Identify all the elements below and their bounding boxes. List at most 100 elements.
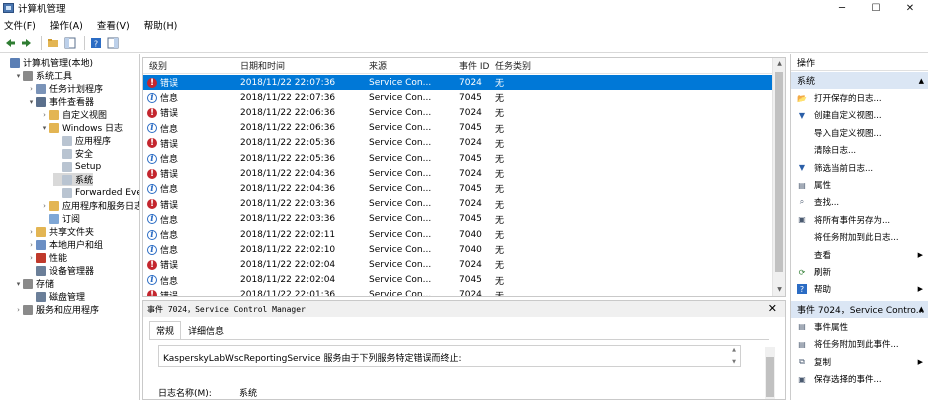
- tree-item[interactable]: › 应用程序和服务日志: [40, 199, 139, 212]
- column-datetime[interactable]: 日期和时间: [240, 59, 285, 72]
- action-item[interactable]: 导入自定义视图...: [791, 125, 928, 141]
- scroll-down-icon[interactable]: ▼: [773, 284, 785, 296]
- actions-section-header[interactable]: 事件 7024，Service Contro... ▲: [791, 300, 928, 318]
- collapsed-chevron-icon[interactable]: ›: [14, 306, 23, 314]
- close-icon[interactable]: ✕: [768, 302, 777, 315]
- column-source[interactable]: 来源: [369, 59, 387, 72]
- tree-item[interactable]: 安全: [53, 147, 93, 160]
- event-row[interactable]: ! 错误 2018/11/22 22:05:36 Service Con... 7024…: [143, 136, 773, 151]
- action-item[interactable]: ? 帮助 ▶: [791, 281, 928, 297]
- properties-icon[interactable]: [106, 36, 120, 50]
- forward-icon[interactable]: [20, 36, 34, 50]
- tab-details[interactable]: 详细信息: [181, 321, 232, 339]
- event-row[interactable]: i 信息 2018/11/22 22:03:36 Service Con... 7045…: [143, 212, 773, 227]
- action-item[interactable]: ▣ 保存选择的事件...: [791, 371, 928, 387]
- tree-item[interactable]: ▾ Windows 日志: [40, 121, 123, 134]
- event-level: 信息: [160, 246, 179, 257]
- event-row[interactable]: ! 错误 2018/11/22 22:03:36 Service Con... 7024…: [143, 197, 773, 212]
- action-item[interactable]: ▤ 将任务附加到此事件...: [791, 336, 928, 352]
- event-row[interactable]: i 信息 2018/11/22 22:02:11 Service Con... 7040…: [143, 227, 773, 242]
- tree-item[interactable]: › 本地用户和组: [27, 238, 103, 251]
- collapsed-chevron-icon[interactable]: ›: [40, 202, 49, 210]
- tree-item[interactable]: 应用程序: [53, 134, 111, 147]
- tree-item[interactable]: 磁盘管理: [27, 290, 85, 303]
- column-event-id[interactable]: 事件 ID: [459, 59, 489, 72]
- action-item[interactable]: ⟳ 刷新: [791, 264, 928, 280]
- event-row[interactable]: i 信息 2018/11/22 22:05:36 Service Con... 7045…: [143, 151, 773, 166]
- tree-item[interactable]: 计算机管理(本地): [1, 56, 93, 69]
- tree-item[interactable]: 订阅: [40, 212, 80, 225]
- action-item[interactable]: 将任务附加到此日志...: [791, 229, 928, 245]
- event-row[interactable]: ! 错误 2018/11/22 22:06:36 Service Con... 7024…: [143, 105, 773, 120]
- expanded-chevron-icon[interactable]: ▾: [27, 98, 36, 106]
- tree-item[interactable]: 设备管理器: [27, 264, 94, 277]
- minimize-button[interactable]: ─: [825, 0, 859, 16]
- tree-item[interactable]: › 共享文件夹: [27, 225, 94, 238]
- tree-item[interactable]: › 性能: [27, 251, 67, 264]
- tree-item[interactable]: › 任务计划程序: [27, 82, 103, 95]
- collapsed-chevron-icon[interactable]: ›: [27, 228, 36, 236]
- scrollbar-thumb[interactable]: [766, 357, 774, 397]
- expanded-chevron-icon[interactable]: ▾: [14, 280, 23, 288]
- event-row[interactable]: i 信息 2018/11/22 22:07:36 Service Con... 7045…: [143, 90, 773, 105]
- tree-item[interactable]: › 服务和应用程序: [14, 303, 99, 316]
- help-icon[interactable]: ?: [89, 36, 103, 50]
- action-item[interactable]: 清除日志...: [791, 142, 928, 158]
- storage-icon: [23, 278, 33, 289]
- detail-scrollbar[interactable]: [765, 347, 775, 399]
- collapsed-chevron-icon[interactable]: ›: [27, 241, 36, 249]
- collapsed-chevron-icon[interactable]: ›: [40, 111, 49, 119]
- event-row[interactable]: i 信息 2018/11/22 22:02:10 Service Con... 7040…: [143, 242, 773, 257]
- close-button[interactable]: ✕: [893, 0, 927, 16]
- tree-item[interactable]: ▾ 系统工具: [14, 69, 72, 82]
- event-row[interactable]: ! 错误 2018/11/22 22:02:04 Service Con... 7024…: [143, 257, 773, 272]
- action-item[interactable]: 📂 打开保存的日志...: [791, 90, 928, 106]
- expanded-chevron-icon[interactable]: ▾: [14, 72, 23, 80]
- event-message-box[interactable]: KasperskyLabWscReportingService 服务由于下列服务…: [158, 345, 741, 367]
- tree-item[interactable]: ▾ 存储: [14, 277, 54, 290]
- scrollbar-thumb[interactable]: [775, 72, 783, 272]
- event-row[interactable]: ! 错误 2018/11/22 22:04:36 Service Con... 7024…: [143, 166, 773, 181]
- action-item[interactable]: ▤ 事件属性: [791, 319, 928, 335]
- toolbar-separator: [41, 35, 42, 50]
- message-scroll-up-icon[interactable]: ▲: [732, 347, 736, 353]
- console-tree-icon[interactable]: [63, 36, 77, 50]
- action-item[interactable]: 查看 ▶: [791, 247, 928, 263]
- message-scroll-down-icon[interactable]: ▼: [732, 359, 736, 365]
- collapse-icon[interactable]: ▲: [919, 305, 924, 313]
- expanded-chevron-icon[interactable]: ▾: [40, 124, 49, 132]
- computer-management-icon: [3, 3, 14, 13]
- column-task-category[interactable]: 任务类别: [495, 59, 531, 72]
- maximize-button[interactable]: ☐: [859, 0, 893, 16]
- menu-action[interactable]: 操作(A): [50, 18, 83, 32]
- tree-item[interactable]: Setup: [53, 160, 101, 173]
- action-item[interactable]: ⌕ 查找...: [791, 194, 928, 210]
- event-row[interactable]: ! 错误 2018/11/22 22:07:36 Service Con... 7024…: [143, 75, 773, 91]
- event-row[interactable]: i 信息 2018/11/22 22:04:36 Service Con... 7045…: [143, 181, 773, 196]
- event-list-scrollbar[interactable]: ▲ ▼: [772, 58, 785, 296]
- collapsed-chevron-icon[interactable]: ›: [27, 254, 36, 262]
- menu-help[interactable]: 帮助(H): [144, 18, 178, 32]
- action-item[interactable]: ▼ 创建自定义视图...: [791, 107, 928, 123]
- menu-view[interactable]: 查看(V): [97, 18, 130, 32]
- tree-item[interactable]: Forwarded Even: [53, 186, 139, 199]
- column-level[interactable]: 级别: [149, 59, 167, 72]
- folder-up-icon[interactable]: [46, 36, 60, 50]
- action-item[interactable]: ▣ 将所有事件另存为...: [791, 212, 928, 228]
- action-item[interactable]: ⧉ 复制 ▶: [791, 354, 928, 370]
- back-icon[interactable]: [3, 36, 17, 50]
- tree-item[interactable]: 系统: [53, 173, 94, 186]
- collapsed-chevron-icon[interactable]: ›: [27, 85, 36, 93]
- event-row[interactable]: ! 错误 2018/11/22 22:01:36 Service Con... 7024…: [143, 288, 773, 296]
- menu-file[interactable]: 文件(F): [4, 18, 36, 32]
- actions-section-header[interactable]: 系统 ▲: [791, 72, 928, 89]
- tree-item[interactable]: › 自定义视图: [40, 108, 107, 121]
- scroll-up-icon[interactable]: ▲: [773, 58, 785, 70]
- tab-general[interactable]: 常规: [149, 321, 182, 339]
- collapse-icon[interactable]: ▲: [919, 77, 924, 85]
- event-row[interactable]: i 信息 2018/11/22 22:06:36 Service Con... 7045…: [143, 121, 773, 136]
- tree-item[interactable]: ▾ 事件查看器: [27, 95, 94, 108]
- event-row[interactable]: i 信息 2018/11/22 22:02:04 Service Con... 7045…: [143, 273, 773, 288]
- action-item[interactable]: ▤ 属性: [791, 177, 928, 193]
- action-item[interactable]: ▼ 筛选当前日志...: [791, 160, 928, 176]
